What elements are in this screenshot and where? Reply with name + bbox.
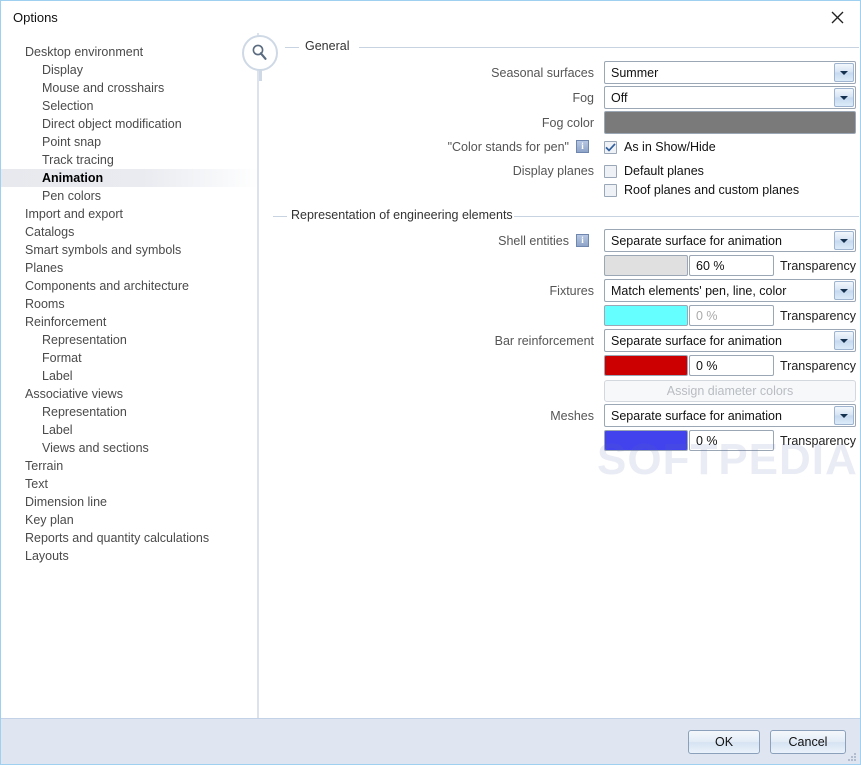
shell-entities-transparency-input[interactable]: 60 % [689, 255, 774, 276]
checkbox-box[interactable] [604, 164, 617, 178]
sidebar-item-desktop-environment[interactable]: Desktop environment [1, 43, 259, 61]
representation-group-line-left [273, 216, 287, 217]
dialog-footer: OK Cancel [1, 718, 860, 764]
meshes-label: Meshes [550, 409, 594, 423]
meshes-mode-dropdown[interactable]: Separate surface for animation [604, 404, 856, 427]
sidebar-item-associative-views[interactable]: Associative views [1, 385, 259, 403]
shell-entities-color-swatch[interactable] [604, 255, 688, 276]
fixtures-mode-dropdown[interactable]: Match elements' pen, line, color [604, 279, 856, 302]
default-planes-label: Default planes [624, 164, 704, 178]
resize-grip-icon[interactable] [845, 750, 857, 762]
assign-diameter-colors-button[interactable]: Assign diameter colors [604, 380, 856, 402]
sidebar-item-label[interactable]: Label [1, 367, 259, 385]
settings-content: General Seasonal surfaces Summer Fog Off… [242, 33, 860, 718]
sidebar-item-direct-object-modification[interactable]: Direct object modification [1, 115, 259, 133]
fixtures-mode-value: Match elements' pen, line, color [611, 283, 787, 298]
sidebar-item-layouts[interactable]: Layouts [1, 547, 259, 565]
fixtures-transparency-label: Transparency [780, 309, 856, 323]
ok-button[interactable]: OK [688, 730, 760, 754]
seasonal-surfaces-label: Seasonal surfaces [491, 66, 594, 80]
meshes-color-swatch[interactable] [604, 430, 688, 451]
bar-reinforcement-label: Bar reinforcement [494, 334, 594, 348]
representation-group-line-right [514, 216, 859, 217]
sidebar-item-text[interactable]: Text [1, 475, 259, 493]
fog-dropdown[interactable]: Off [604, 86, 856, 109]
chevron-down-icon[interactable] [834, 231, 854, 250]
magnifier-icon [240, 35, 280, 81]
color-stands-for-pen-info-icon[interactable]: i [576, 140, 589, 153]
sidebar-item-point-snap[interactable]: Point snap [1, 133, 259, 151]
seasonal-surfaces-value: Summer [611, 65, 659, 80]
general-group-title: General [301, 39, 354, 53]
sidebar-item-representation[interactable]: Representation [1, 403, 259, 421]
sidebar-item-display[interactable]: Display [1, 61, 259, 79]
meshes-mode-value: Separate surface for animation [611, 408, 782, 423]
sidebar-item-smart-symbols-and-symbols[interactable]: Smart symbols and symbols [1, 241, 259, 259]
representation-group-title: Representation of engineering elements [287, 208, 517, 222]
roof-planes-checkbox[interactable]: Roof planes and custom planes [604, 183, 799, 197]
shell-entities-mode-dropdown[interactable]: Separate surface for animation [604, 229, 856, 252]
sidebar-item-animation[interactable]: Animation [1, 169, 259, 187]
shell-entities-info-icon[interactable]: i [576, 234, 589, 247]
sidebar-item-rooms[interactable]: Rooms [1, 295, 259, 313]
sidebar-item-reinforcement[interactable]: Reinforcement [1, 313, 259, 331]
sidebar-item-mouse-and-crosshairs[interactable]: Mouse and crosshairs [1, 79, 259, 97]
sidebar-item-reports-and-quantity-calculations[interactable]: Reports and quantity calculations [1, 529, 259, 547]
meshes-transparency-label: Transparency [780, 434, 856, 448]
title-bar: Options [1, 1, 860, 33]
sidebar-item-dimension-line[interactable]: Dimension line [1, 493, 259, 511]
cancel-button[interactable]: Cancel [770, 730, 846, 754]
bar-reinforcement-mode-value: Separate surface for animation [611, 333, 782, 348]
dialog-body: Desktop environment Display Mouse and cros… [1, 33, 860, 718]
sidebar-item-planes[interactable]: Planes [1, 259, 259, 277]
bar-reinforcement-mode-dropdown[interactable]: Separate surface for animation [604, 329, 856, 352]
sidebar-item-import-and-export[interactable]: Import and export [1, 205, 259, 223]
chevron-down-icon[interactable] [834, 88, 854, 107]
checkbox-box[interactable] [604, 183, 617, 197]
meshes-transparency-input[interactable]: 0 % [689, 430, 774, 451]
fog-value: Off [611, 90, 628, 105]
sidebar-item-views-and-sections[interactable]: Views and sections [1, 439, 259, 457]
seasonal-surfaces-dropdown[interactable]: Summer [604, 61, 856, 84]
close-icon[interactable] [814, 1, 860, 33]
as-in-show-hide-label: As in Show/Hide [624, 140, 716, 154]
chevron-down-icon[interactable] [834, 406, 854, 425]
settings-tree: Desktop environment Display Mouse and cros… [1, 33, 259, 718]
display-planes-label: Display planes [512, 164, 594, 178]
color-stands-for-pen-label: "Color stands for pen" [447, 140, 569, 154]
roof-planes-label: Roof planes and custom planes [624, 183, 800, 197]
options-dialog: Options Desktop environment Display Mouse … [0, 0, 861, 765]
fixtures-label: Fixtures [549, 284, 594, 298]
fixtures-transparency-input[interactable]: 0 % [689, 305, 774, 326]
fixtures-color-swatch[interactable] [604, 305, 688, 326]
sidebar-item-key-plan[interactable]: Key plan [1, 511, 259, 529]
fog-color-swatch[interactable] [604, 111, 856, 134]
sidebar-item-track-tracing[interactable]: Track tracing [1, 151, 259, 169]
general-group-line-right [359, 47, 859, 48]
chevron-down-icon[interactable] [834, 281, 854, 300]
sidebar-item-components-and-architecture[interactable]: Components and architecture [1, 277, 259, 295]
chevron-down-icon[interactable] [834, 63, 854, 82]
window-title: Options [13, 9, 58, 25]
checkbox-box[interactable] [604, 140, 617, 154]
sidebar-item-terrain[interactable]: Terrain [1, 457, 259, 475]
shell-entities-label: Shell entities [498, 234, 569, 248]
sidebar-item-selection[interactable]: Selection [1, 97, 259, 115]
sidebar-item-representation[interactable]: Representation [1, 331, 259, 349]
bar-reinforcement-transparency-label: Transparency [780, 359, 856, 373]
as-in-show-hide-checkbox[interactable]: As in Show/Hide [604, 140, 716, 154]
fog-label: Fog [572, 91, 594, 105]
sidebar-item-label[interactable]: Label [1, 421, 259, 439]
fog-color-label: Fog color [541, 116, 594, 130]
sidebar-item-format[interactable]: Format [1, 349, 259, 367]
sidebar-item-catalogs[interactable]: Catalogs [1, 223, 259, 241]
bar-reinforcement-transparency-input[interactable]: 0 % [689, 355, 774, 376]
sidebar-item-pen-colors[interactable]: Pen colors [1, 187, 259, 205]
shell-entities-mode-value: Separate surface for animation [611, 233, 782, 248]
shell-entities-transparency-label: Transparency [780, 259, 856, 273]
chevron-down-icon[interactable] [834, 331, 854, 350]
bar-reinforcement-color-swatch[interactable] [604, 355, 688, 376]
default-planes-checkbox[interactable]: Default planes [604, 164, 704, 178]
general-group-line-left [285, 47, 299, 48]
